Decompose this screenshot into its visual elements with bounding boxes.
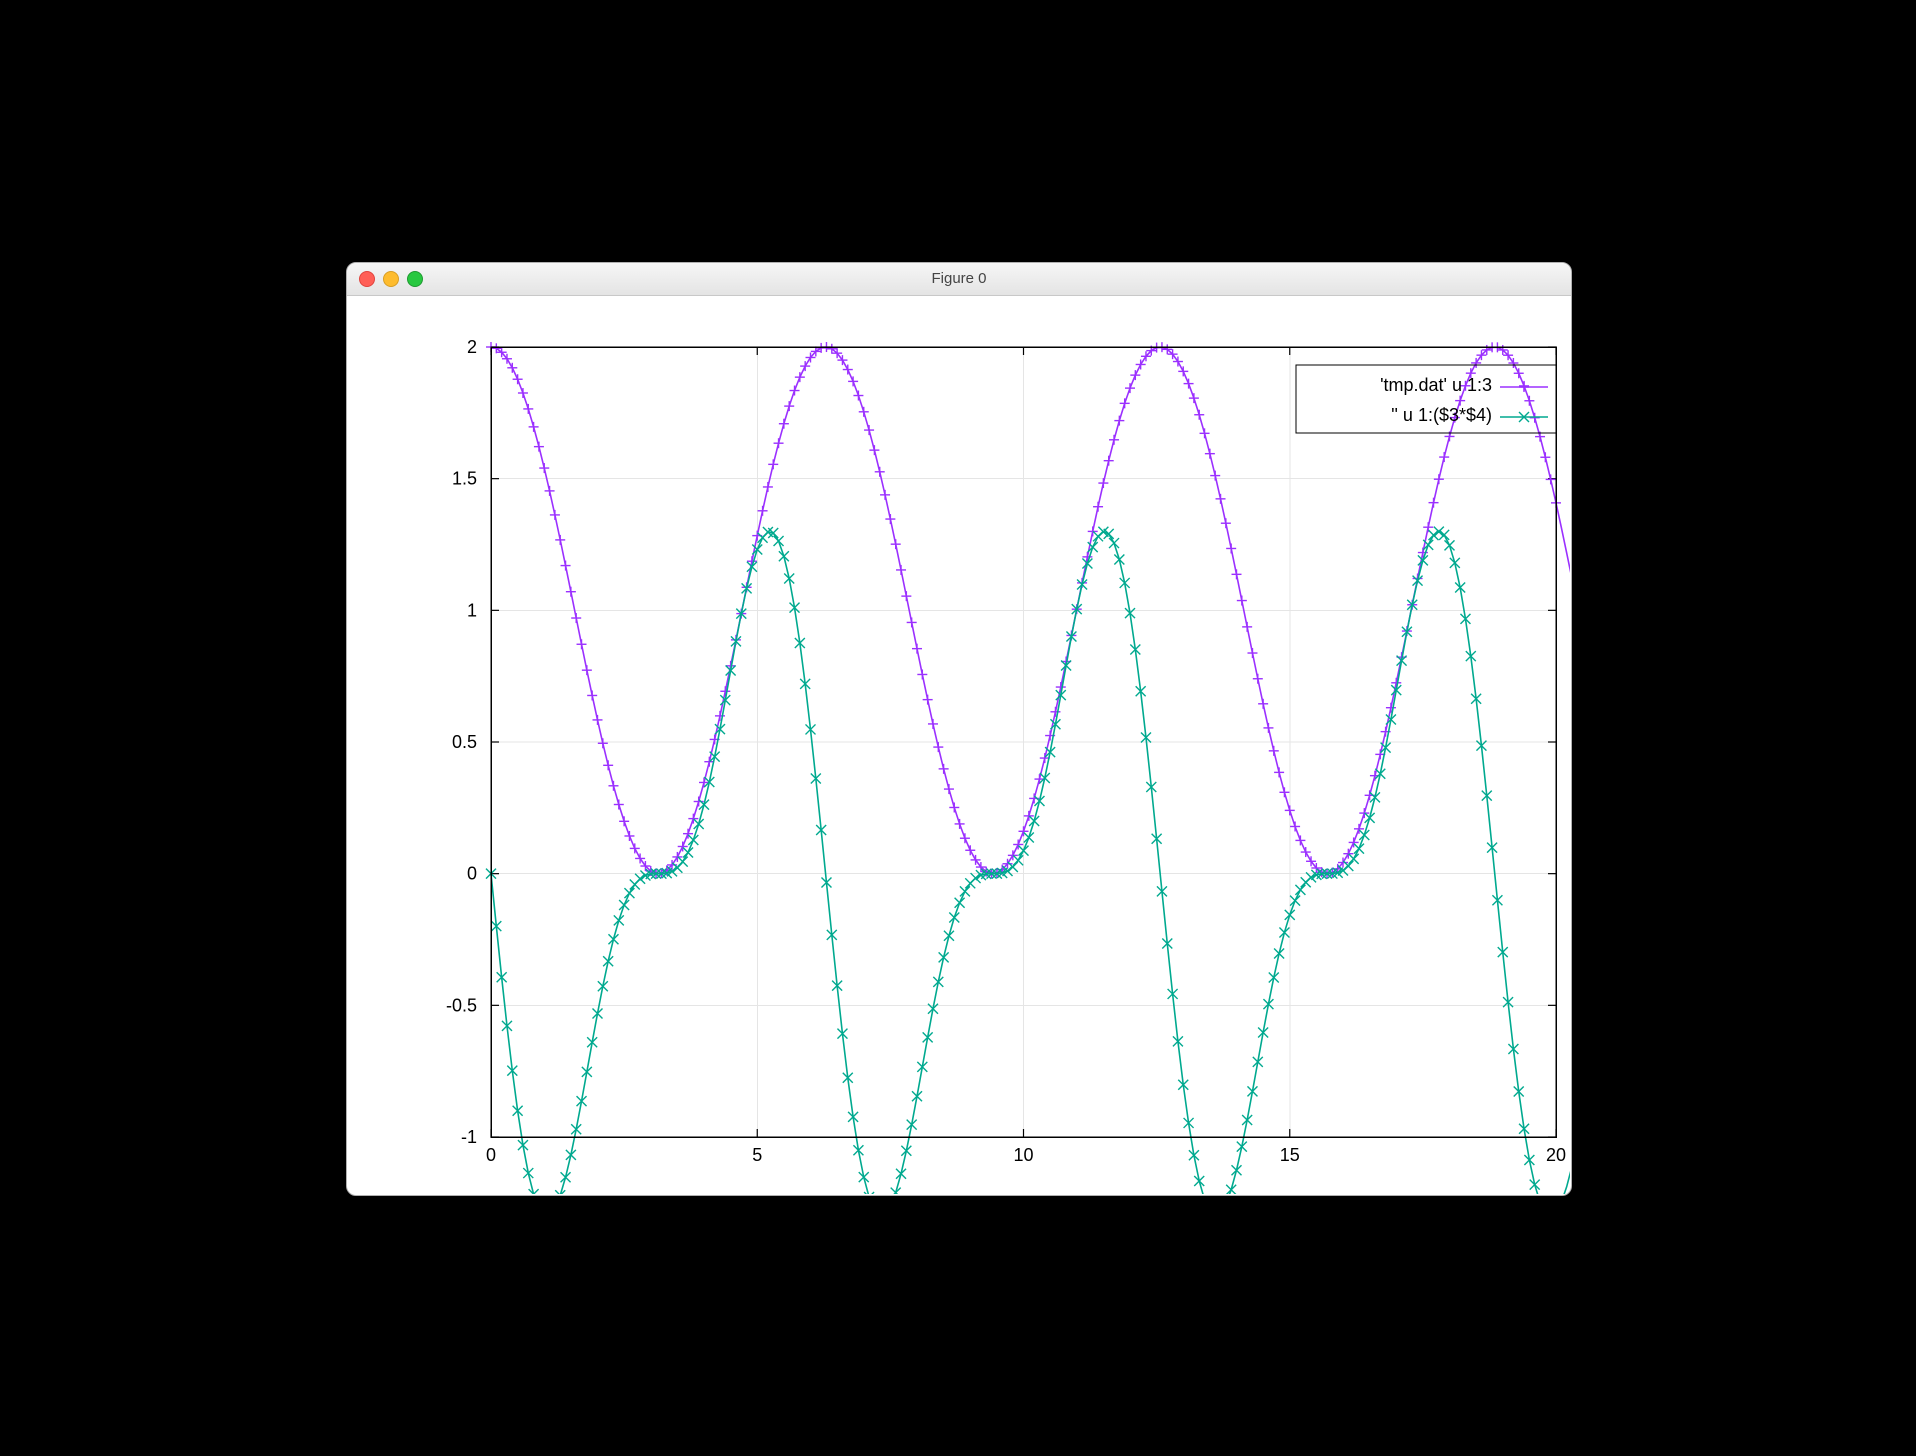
svg-text:1: 1 (467, 600, 477, 620)
svg-text:10: 10 (1013, 1145, 1033, 1165)
svg-text:5: 5 (752, 1145, 762, 1165)
window-titlebar[interactable]: Figure 0 (347, 263, 1571, 296)
svg-text:2: 2 (467, 337, 477, 357)
window-title: Figure 0 (347, 263, 1571, 295)
svg-text:0: 0 (486, 1145, 496, 1165)
svg-text:1.5: 1.5 (452, 469, 477, 489)
series (486, 527, 1570, 1194)
svg-text:-0.5: -0.5 (446, 995, 477, 1015)
svg-text:20: 20 (1546, 1145, 1566, 1165)
svg-text:0.5: 0.5 (452, 732, 477, 752)
figure-window: Figure 0 0 5 10 15 20 -1 -0.5 0 0.5 1 1.5 2 'tmp.dat… (346, 262, 1570, 1194)
svg-text:0: 0 (467, 864, 477, 884)
plot-canvas: 0 5 10 15 20 -1 -0.5 0 0.5 1 1.5 2 'tmp.dat' u 1:3 ''… (346, 295, 1570, 1194)
svg-text:15: 15 (1280, 1145, 1300, 1165)
svg-text:-1: -1 (461, 1127, 477, 1147)
legend-label: '' u 1:($3*$4) (1391, 405, 1492, 425)
legend-label: 'tmp.dat' u 1:3 (1380, 375, 1492, 395)
